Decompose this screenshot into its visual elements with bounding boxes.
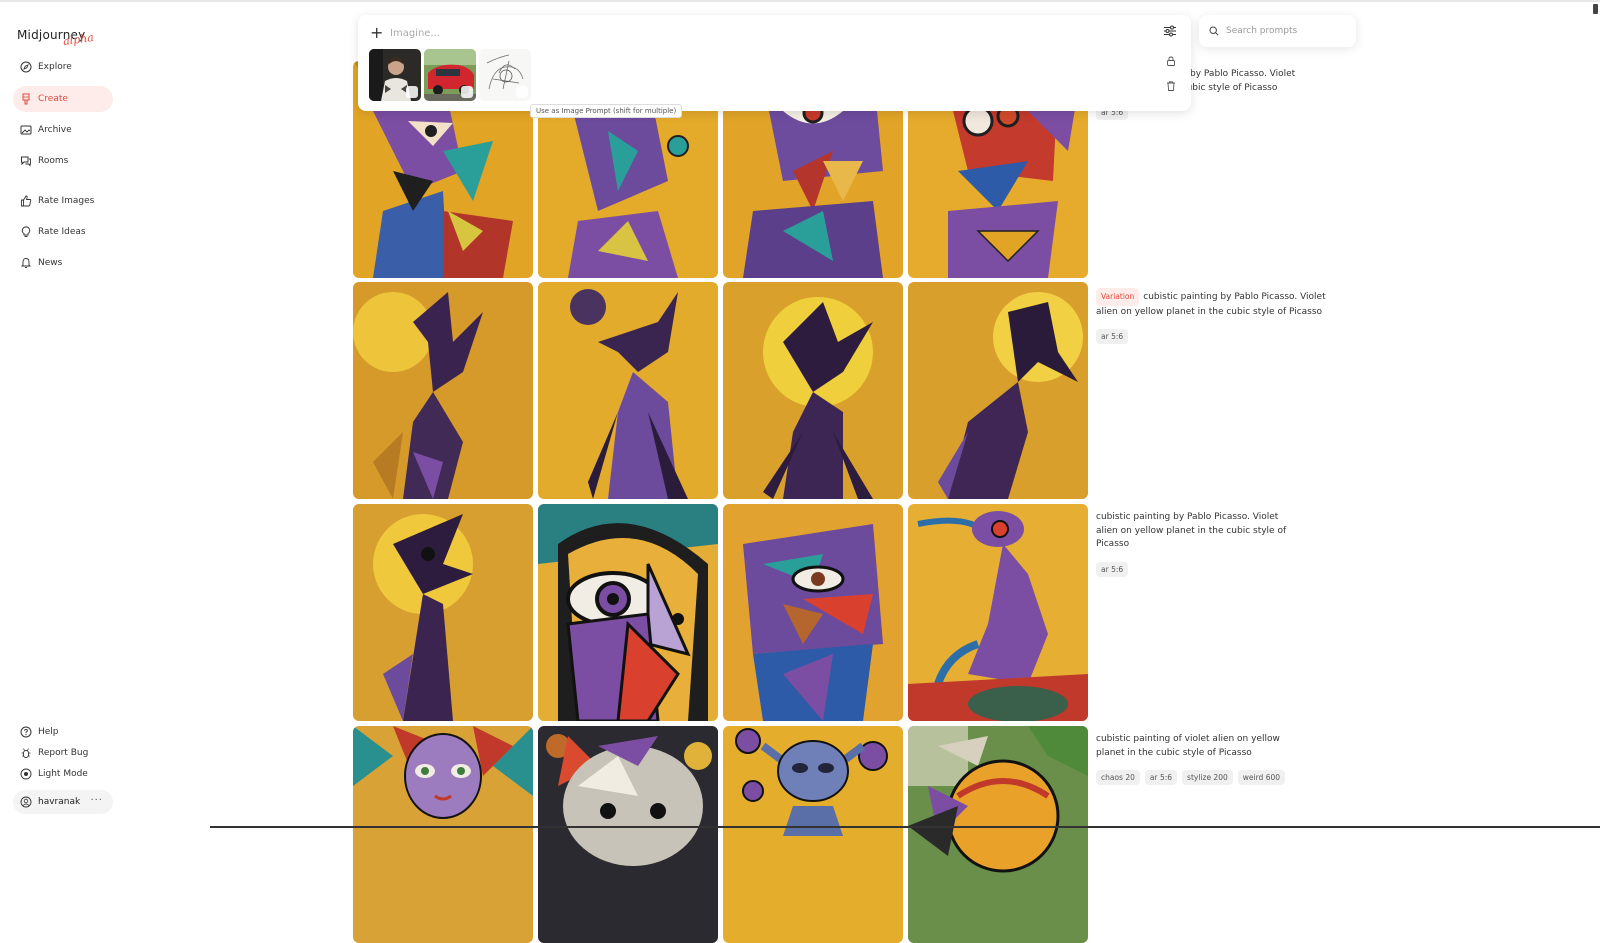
param-tag[interactable]: ar 5:6 — [1096, 561, 1129, 577]
sidebar-item-label: Rate Ideas — [38, 227, 86, 237]
tooltip: Use as Image Prompt (shift for multiple) — [530, 104, 683, 118]
tag-list: ar 5:6 — [1096, 561, 1326, 577]
style-ref-icon — [461, 86, 473, 98]
tag-list: chaos 20 ar 5:6 stylize 200 weird 600 — [1096, 770, 1326, 785]
avatar-icon — [20, 796, 32, 808]
add-image-button[interactable]: + — [370, 23, 383, 42]
user-menu[interactable]: havranak ··· — [13, 790, 113, 814]
sidebar-item-label: Rooms — [38, 156, 69, 166]
sun-icon — [20, 768, 32, 780]
sidebar-item-label: Help — [38, 727, 59, 737]
lightbulb-icon — [21, 226, 31, 237]
trash-icon[interactable] — [1165, 80, 1177, 92]
image-icon — [20, 125, 32, 135]
scrollbar-thumb[interactable] — [1593, 4, 1598, 14]
generated-image[interactable] — [538, 726, 718, 943]
sidebar-item-rate-ideas[interactable]: Rate Ideas — [13, 219, 113, 245]
prompt-text[interactable]: Variation cubistic painting by Pablo Pica… — [1096, 288, 1326, 319]
sidebar-item-label: Report Bug — [38, 748, 89, 758]
generated-image[interactable] — [538, 504, 718, 721]
sidebar: Midjourney alpha Explore Create Archive … — [0, 0, 125, 828]
search-prompts-box[interactable] — [1199, 15, 1356, 47]
logo[interactable]: Midjourney alpha — [17, 24, 117, 54]
prompt-text[interactable]: cubistic painting of violet alien on yel… — [1096, 733, 1281, 760]
param-tag[interactable]: weird 600 — [1237, 770, 1286, 785]
imagine-panel: + — [358, 15, 1191, 111]
sidebar-item-label: News — [38, 258, 63, 268]
prompt-info: cubistic painting of violet alien on yel… — [1096, 726, 1326, 785]
logo-badge: alpha — [62, 30, 95, 49]
username: havranak — [38, 797, 81, 807]
generated-image[interactable] — [353, 504, 533, 721]
image-prompt-icon — [516, 86, 528, 98]
image-prompt-thumbnail[interactable] — [479, 49, 531, 101]
prompt-info: Variation cubistic painting by Pablo Pica… — [1096, 282, 1326, 344]
generated-image[interactable] — [723, 282, 903, 499]
sidebar-item-label: Light Mode — [38, 769, 88, 779]
search-icon — [1209, 26, 1219, 36]
sidebar-item-rate-images[interactable]: Rate Images — [13, 188, 113, 214]
sidebar-item-label: Explore — [38, 62, 72, 72]
generated-image[interactable] — [353, 282, 533, 499]
bug-icon — [21, 748, 31, 758]
sidebar-item-label: Archive — [38, 125, 72, 135]
lock-icon[interactable] — [1165, 55, 1177, 67]
character-ref-icon — [406, 86, 418, 98]
param-tag[interactable]: ar 5:6 — [1096, 329, 1129, 344]
prompt-text[interactable]: cubistic painting by Pablo Picasso. Viol… — [1096, 511, 1296, 552]
image-prompt-thumbnail[interactable] — [369, 49, 421, 101]
sidebar-item-label: Create — [38, 94, 68, 104]
sidebar-item-news[interactable]: News — [13, 250, 113, 276]
chat-icon — [21, 156, 31, 167]
generated-image[interactable] — [353, 726, 533, 943]
sidebar-item-label: Rate Images — [38, 196, 95, 206]
generated-image[interactable] — [908, 282, 1088, 499]
generated-image[interactable] — [723, 504, 903, 721]
sidebar-item-light-mode[interactable]: Light Mode — [13, 761, 113, 787]
bell-icon — [20, 258, 32, 268]
sidebar-item-rooms[interactable]: Rooms — [13, 148, 113, 174]
image-prompt-thumbnail[interactable] — [424, 49, 476, 101]
sidebar-item-create[interactable]: Create — [13, 86, 113, 112]
sidebar-item-explore[interactable]: Explore — [13, 54, 113, 80]
search-input[interactable] — [1226, 26, 1346, 36]
settings-sliders-icon[interactable] — [1163, 24, 1177, 38]
param-tag[interactable]: ar 5:6 — [1144, 770, 1178, 785]
param-tag[interactable]: stylize 200 — [1182, 770, 1233, 785]
imagine-input[interactable] — [390, 24, 1090, 42]
help-icon — [20, 726, 32, 738]
generated-image[interactable] — [908, 726, 1088, 943]
generated-image[interactable] — [723, 726, 903, 943]
brush-icon — [22, 93, 30, 105]
tag-list: ar 5:6 — [1096, 329, 1326, 344]
param-tag[interactable]: chaos 20 — [1096, 770, 1140, 785]
variation-badge: Variation — [1096, 288, 1140, 306]
more-options-button[interactable]: ··· — [90, 795, 103, 806]
generated-image[interactable] — [908, 504, 1088, 721]
top-border — [0, 0, 1600, 2]
thumbs-up-icon — [21, 195, 32, 207]
generated-image[interactable] — [538, 282, 718, 499]
sidebar-item-archive[interactable]: Archive — [13, 117, 113, 143]
prompt-info: cubistic painting by Pablo Picasso. Viol… — [1096, 504, 1326, 577]
compass-icon — [20, 61, 32, 73]
